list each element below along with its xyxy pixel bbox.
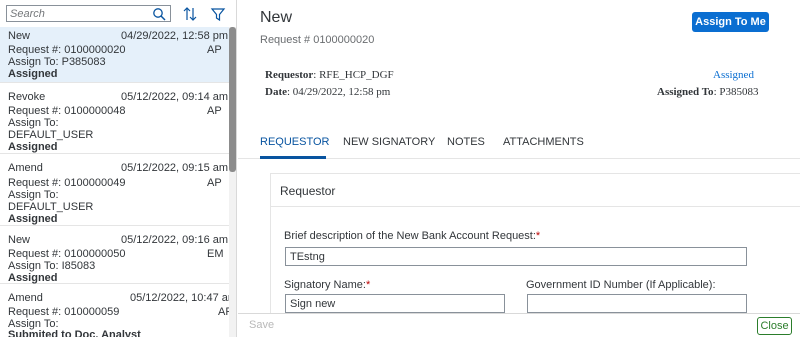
signatory-name-input[interactable]: [285, 294, 505, 313]
item-date: 04/29/2022, 12:58 pm: [121, 30, 229, 42]
item-status: Assigned: [8, 68, 58, 80]
item-type: Amend: [8, 162, 43, 174]
item-code: AP: [207, 177, 222, 189]
request-list: New 04/29/2022, 12:58 pm Request #: 0100…: [0, 27, 229, 337]
item-code: AP: [207, 44, 222, 56]
item-status: Assigned: [8, 141, 58, 153]
date-label: Date: [265, 86, 287, 98]
requestor-section: Requestor Brief description of the New B…: [270, 173, 800, 313]
section-title: Requestor: [280, 184, 336, 198]
item-assign-to: Assign To:: [8, 117, 59, 129]
assigned-to-value: : P385083: [713, 86, 759, 98]
list-toolbar: [0, 0, 236, 27]
item-assign-to: Assign To:: [8, 189, 59, 201]
tab-attachments[interactable]: ATTACHMENTS: [503, 136, 584, 148]
active-tab-indicator: [260, 156, 326, 159]
status-link[interactable]: Assigned: [713, 69, 754, 81]
assigned-to-label: Assigned To: [657, 86, 714, 98]
list-item[interactable]: New 05/12/2022, 09:16 am Request #: 0100…: [0, 226, 229, 284]
footer-toolbar: Save Close: [238, 313, 800, 337]
assigned-to-info: Assigned To: P385083: [657, 86, 759, 98]
list-item[interactable]: Revoke 05/12/2022, 09:14 am Request #: 0…: [0, 83, 229, 154]
required-marker: *: [365, 279, 371, 291]
item-request-number: Request #: 010000059: [8, 306, 120, 318]
item-assign-to: Assign To: I85083: [8, 260, 96, 272]
item-date: 05/12/2022, 09:14 am: [121, 91, 229, 103]
assign-to-me-button[interactable]: Assign To Me: [692, 12, 769, 32]
item-status: Submited to Doc. Analyst: [8, 329, 141, 337]
tab-notes[interactable]: NOTES: [447, 136, 485, 148]
item-type: Amend: [8, 292, 43, 304]
item-status: Assigned: [8, 213, 58, 225]
tab-new-signatory[interactable]: NEW SIGNATORY: [343, 136, 435, 148]
item-code: EM: [207, 248, 224, 260]
item-assign-user: DEFAULT_USER: [8, 129, 94, 141]
brief-description-label: Brief description of the New Bank Accoun…: [284, 230, 541, 242]
search-field[interactable]: [6, 5, 171, 22]
search-icon[interactable]: [152, 7, 166, 21]
item-type: Revoke: [8, 91, 46, 103]
item-type: New: [8, 234, 31, 246]
list-item[interactable]: New 04/29/2022, 12:58 pm Request #: 0100…: [0, 27, 229, 83]
requestor-label: Requestor: [265, 69, 314, 81]
filter-icon[interactable]: [210, 6, 226, 22]
section-divider: [271, 206, 800, 207]
sort-icon[interactable]: [182, 6, 198, 22]
required-marker: *: [535, 230, 541, 242]
item-code: AF: [218, 306, 229, 318]
requestor-value: : RFE_HCP_DGF: [313, 69, 394, 81]
save-button[interactable]: Save: [249, 319, 274, 331]
search-input[interactable]: [10, 7, 150, 21]
signatory-name-label: Signatory Name:*: [284, 279, 371, 291]
request-detail-pane: New Request # 0100000020 Assign To Me Re…: [238, 0, 800, 337]
item-date: 05/12/2022, 10:47 am: [130, 292, 229, 304]
item-assign-to: Assign To: P385083: [8, 56, 106, 68]
request-list-pane: New 04/29/2022, 12:58 pm Request #: 0100…: [0, 0, 237, 337]
item-code: AP: [207, 105, 222, 117]
close-button[interactable]: Close: [757, 317, 792, 335]
item-status: Assigned: [8, 272, 58, 284]
tab-requestor[interactable]: REQUESTOR: [260, 136, 329, 148]
item-assign-user: DEFAULT_USER: [8, 201, 94, 213]
government-id-label: Government ID Number (If Applicable):: [526, 279, 716, 291]
item-request-number: Request #: 0100000048: [8, 105, 126, 117]
requestor-info: Requestor: RFE_HCP_DGF: [265, 69, 394, 81]
request-number: Request # 0100000020: [260, 34, 375, 46]
item-request-number: Request #: 0100000049: [8, 177, 126, 189]
list-scrollbar-thumb[interactable]: [229, 27, 236, 172]
tab-bar: REQUESTOR NEW SIGNATORY NOTES ATTACHMENT…: [238, 127, 800, 159]
item-request-number: Request #: 0100000050: [8, 248, 126, 260]
list-item[interactable]: Amend 05/12/2022, 09:15 am Request #: 01…: [0, 154, 229, 226]
brief-description-input[interactable]: [285, 247, 747, 266]
page-title: New: [260, 9, 293, 26]
item-date: 05/12/2022, 09:16 am: [121, 234, 229, 246]
government-id-input[interactable]: [527, 294, 747, 313]
date-info: Date: 04/29/2022, 12:58 pm: [265, 86, 390, 98]
item-date: 05/12/2022, 09:15 am: [121, 162, 229, 174]
item-request-number: Request #: 0100000020: [8, 44, 126, 56]
item-type: New: [8, 30, 31, 42]
list-item[interactable]: Amend 05/12/2022, 10:47 am Request #: 01…: [0, 284, 229, 337]
date-value: : 04/29/2022, 12:58 pm: [287, 86, 391, 98]
